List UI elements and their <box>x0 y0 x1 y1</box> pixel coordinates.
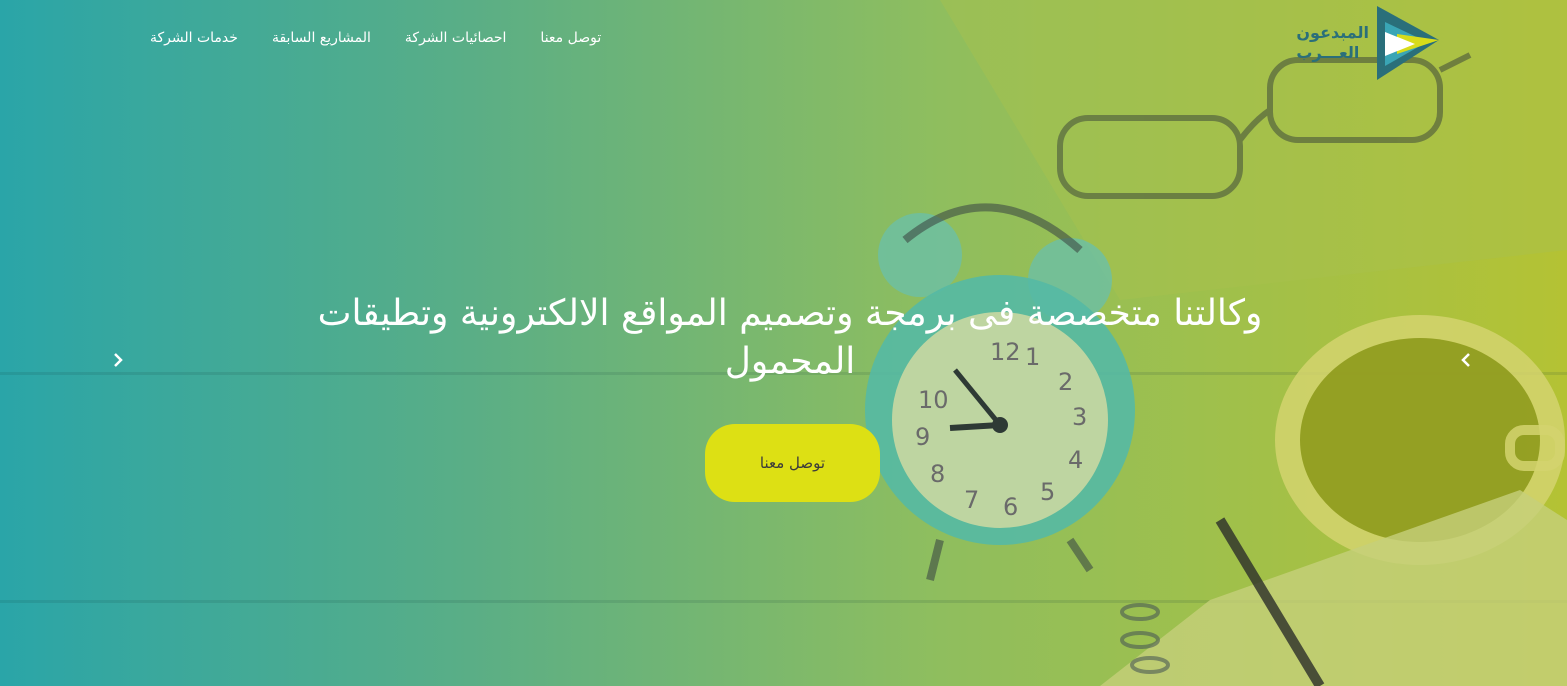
svg-text:3: 3 <box>1072 403 1087 431</box>
hero-headline-line-2: المحمول <box>724 341 856 382</box>
svg-text:8: 8 <box>930 460 945 488</box>
contact-us-button[interactable]: توصل معنا <box>705 424 880 502</box>
brand-logo[interactable]: المبدعون العـــرب <box>1296 4 1441 82</box>
svg-text:4: 4 <box>1068 446 1083 474</box>
chevron-right-icon <box>114 353 123 367</box>
hero-headline-line-1: وكالتنا متخصصة فى برمجة وتصميم المواقع ا… <box>317 293 1263 334</box>
nav-link-statistics[interactable]: احصائيات الشركة <box>405 30 507 46</box>
chevron-left-icon <box>1461 353 1470 367</box>
alarm-clock-icon: 12 1 2 3 4 5 6 7 8 9 10 <box>865 203 1135 581</box>
svg-text:9: 9 <box>915 423 930 451</box>
hero-slider: 12 1 2 3 4 5 6 7 8 9 10 المبدعون العـــر… <box>0 0 1567 686</box>
slider-prev-button[interactable] <box>106 346 130 374</box>
svg-text:7: 7 <box>964 486 979 514</box>
hero-headline: وكالتنا متخصصة فى برمجة وتصميم المواقع ا… <box>250 290 1330 386</box>
main-nav: خدمات الشركة المشاريع السابقة احصائيات ا… <box>150 30 601 46</box>
svg-text:10: 10 <box>918 386 949 414</box>
nav-link-services[interactable]: خدمات الشركة <box>150 30 238 46</box>
notebook-shape <box>940 0 1567 300</box>
nav-link-contact[interactable]: توصل معنا <box>540 30 601 46</box>
logo-line-1: المبدعون <box>1296 23 1369 42</box>
logo-text: المبدعون العـــرب <box>1296 23 1369 63</box>
slider-next-button[interactable] <box>1454 346 1478 374</box>
svg-text:6: 6 <box>1003 493 1018 521</box>
play-triangle-logo-icon <box>1377 6 1439 80</box>
logo-line-2: العـــرب <box>1296 43 1360 62</box>
nav-link-projects[interactable]: المشاريع السابقة <box>272 30 371 46</box>
svg-text:5: 5 <box>1040 478 1055 506</box>
